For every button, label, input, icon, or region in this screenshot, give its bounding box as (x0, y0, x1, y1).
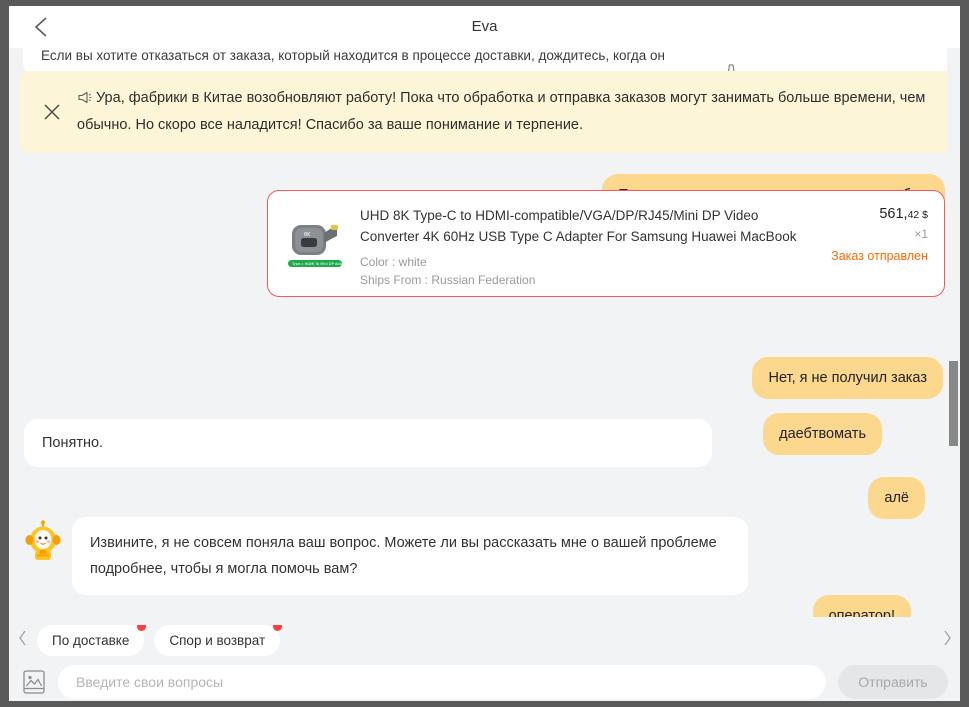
message-row: даебтвомать (763, 413, 882, 455)
chip-label: По доставке (52, 632, 130, 648)
quick-reply-chip-dispute[interactable]: Спор и возврат (154, 624, 283, 656)
product-quantity: ×1 (914, 227, 928, 241)
message-row: Нет, я не получил заказ (752, 357, 943, 399)
chevron-left-icon (17, 629, 28, 652)
message-input[interactable] (58, 665, 826, 699)
svg-text:8K: 8K (304, 232, 311, 238)
user-message-bubble: алё (868, 477, 925, 519)
send-button[interactable]: Отправить (838, 665, 948, 699)
status-badge: Заказ отправлен (831, 249, 928, 263)
notification-dot-icon (273, 624, 283, 631)
page-title: Eva (471, 18, 498, 35)
message-composer: Отправить (9, 663, 960, 701)
message-row: алё (868, 477, 925, 519)
price-main: 561, (879, 206, 908, 222)
message-row: Понятно. (24, 419, 712, 467)
quick-reply-chip-delivery[interactable]: По доставке (37, 624, 147, 656)
announcement-body: Ура, фабрики в Китае возобновляют работу… (77, 90, 926, 133)
chip-label: Спор и возврат (169, 632, 266, 648)
quick-reply-prev-button[interactable] (9, 617, 35, 663)
chevron-left-icon (33, 15, 49, 39)
product-info: UHD 8K Type-C to HDMI-compatible/VGA/DP/… (360, 205, 810, 287)
user-message-bubble: даебтвомать (763, 413, 882, 455)
scrollbar-track[interactable] (947, 48, 960, 623)
back-button[interactable] (19, 6, 63, 48)
product-title: UHD 8K Type-C to HDMI-compatible/VGA/DP/… (360, 208, 797, 244)
product-color-attr: Color : white (360, 255, 427, 269)
svg-text:Type-c HDMI To Mini DP Adapte: Type-c HDMI To Mini DP Adapter (291, 262, 346, 266)
product-price: 561,42 $ (816, 205, 928, 224)
scrollbar-thumb[interactable] (949, 361, 958, 446)
message-row: Извините, я не совсем поняла ваш вопрос.… (23, 517, 748, 595)
product-card[interactable]: 8K Type-c HDMI To Mini DP Adapter UHD 8K… (267, 190, 945, 297)
bot-message-bubble: Извините, я не совсем поняла ваш вопрос.… (72, 517, 748, 595)
bot-message-bubble: Понятно. (24, 419, 712, 467)
quick-reply-next-button[interactable] (934, 617, 960, 663)
announcement-banner: Ура, фабрики в Китае возобновляют работу… (19, 71, 960, 153)
chevron-right-icon (942, 629, 953, 652)
quick-reply-bar: По доставке Спор и возврат (9, 617, 960, 663)
announcement-text: Ура, фабрики в Китае возобновляют работу… (77, 86, 938, 138)
message-list[interactable]: Если вы хотите отказаться от заказа, кот… (9, 48, 960, 623)
notification-dot-icon (137, 624, 147, 631)
megaphone-icon (77, 88, 92, 113)
price-cents: 42 $ (907, 209, 928, 221)
clipped-message-text: Если вы хотите отказаться от заказа, кот… (41, 48, 665, 63)
chat-header: Eva (9, 6, 960, 49)
close-icon[interactable] (41, 101, 63, 123)
user-message-bubble: Нет, я не получил заказ (752, 357, 943, 399)
product-ships-from-attr: Ships From : Russian Federation (360, 273, 536, 287)
image-upload-icon[interactable] (21, 668, 47, 696)
avatar (23, 520, 63, 562)
product-thumbnail: 8K Type-c HDMI To Mini DP Adapter (284, 209, 346, 271)
product-meta: 561,42 $ ×1 Заказ отправлен (810, 205, 928, 282)
chat-window: Eva Если вы хотите отказаться от заказа,… (9, 6, 960, 701)
quick-reply-chip-list: По доставке Спор и возврат (35, 624, 934, 656)
